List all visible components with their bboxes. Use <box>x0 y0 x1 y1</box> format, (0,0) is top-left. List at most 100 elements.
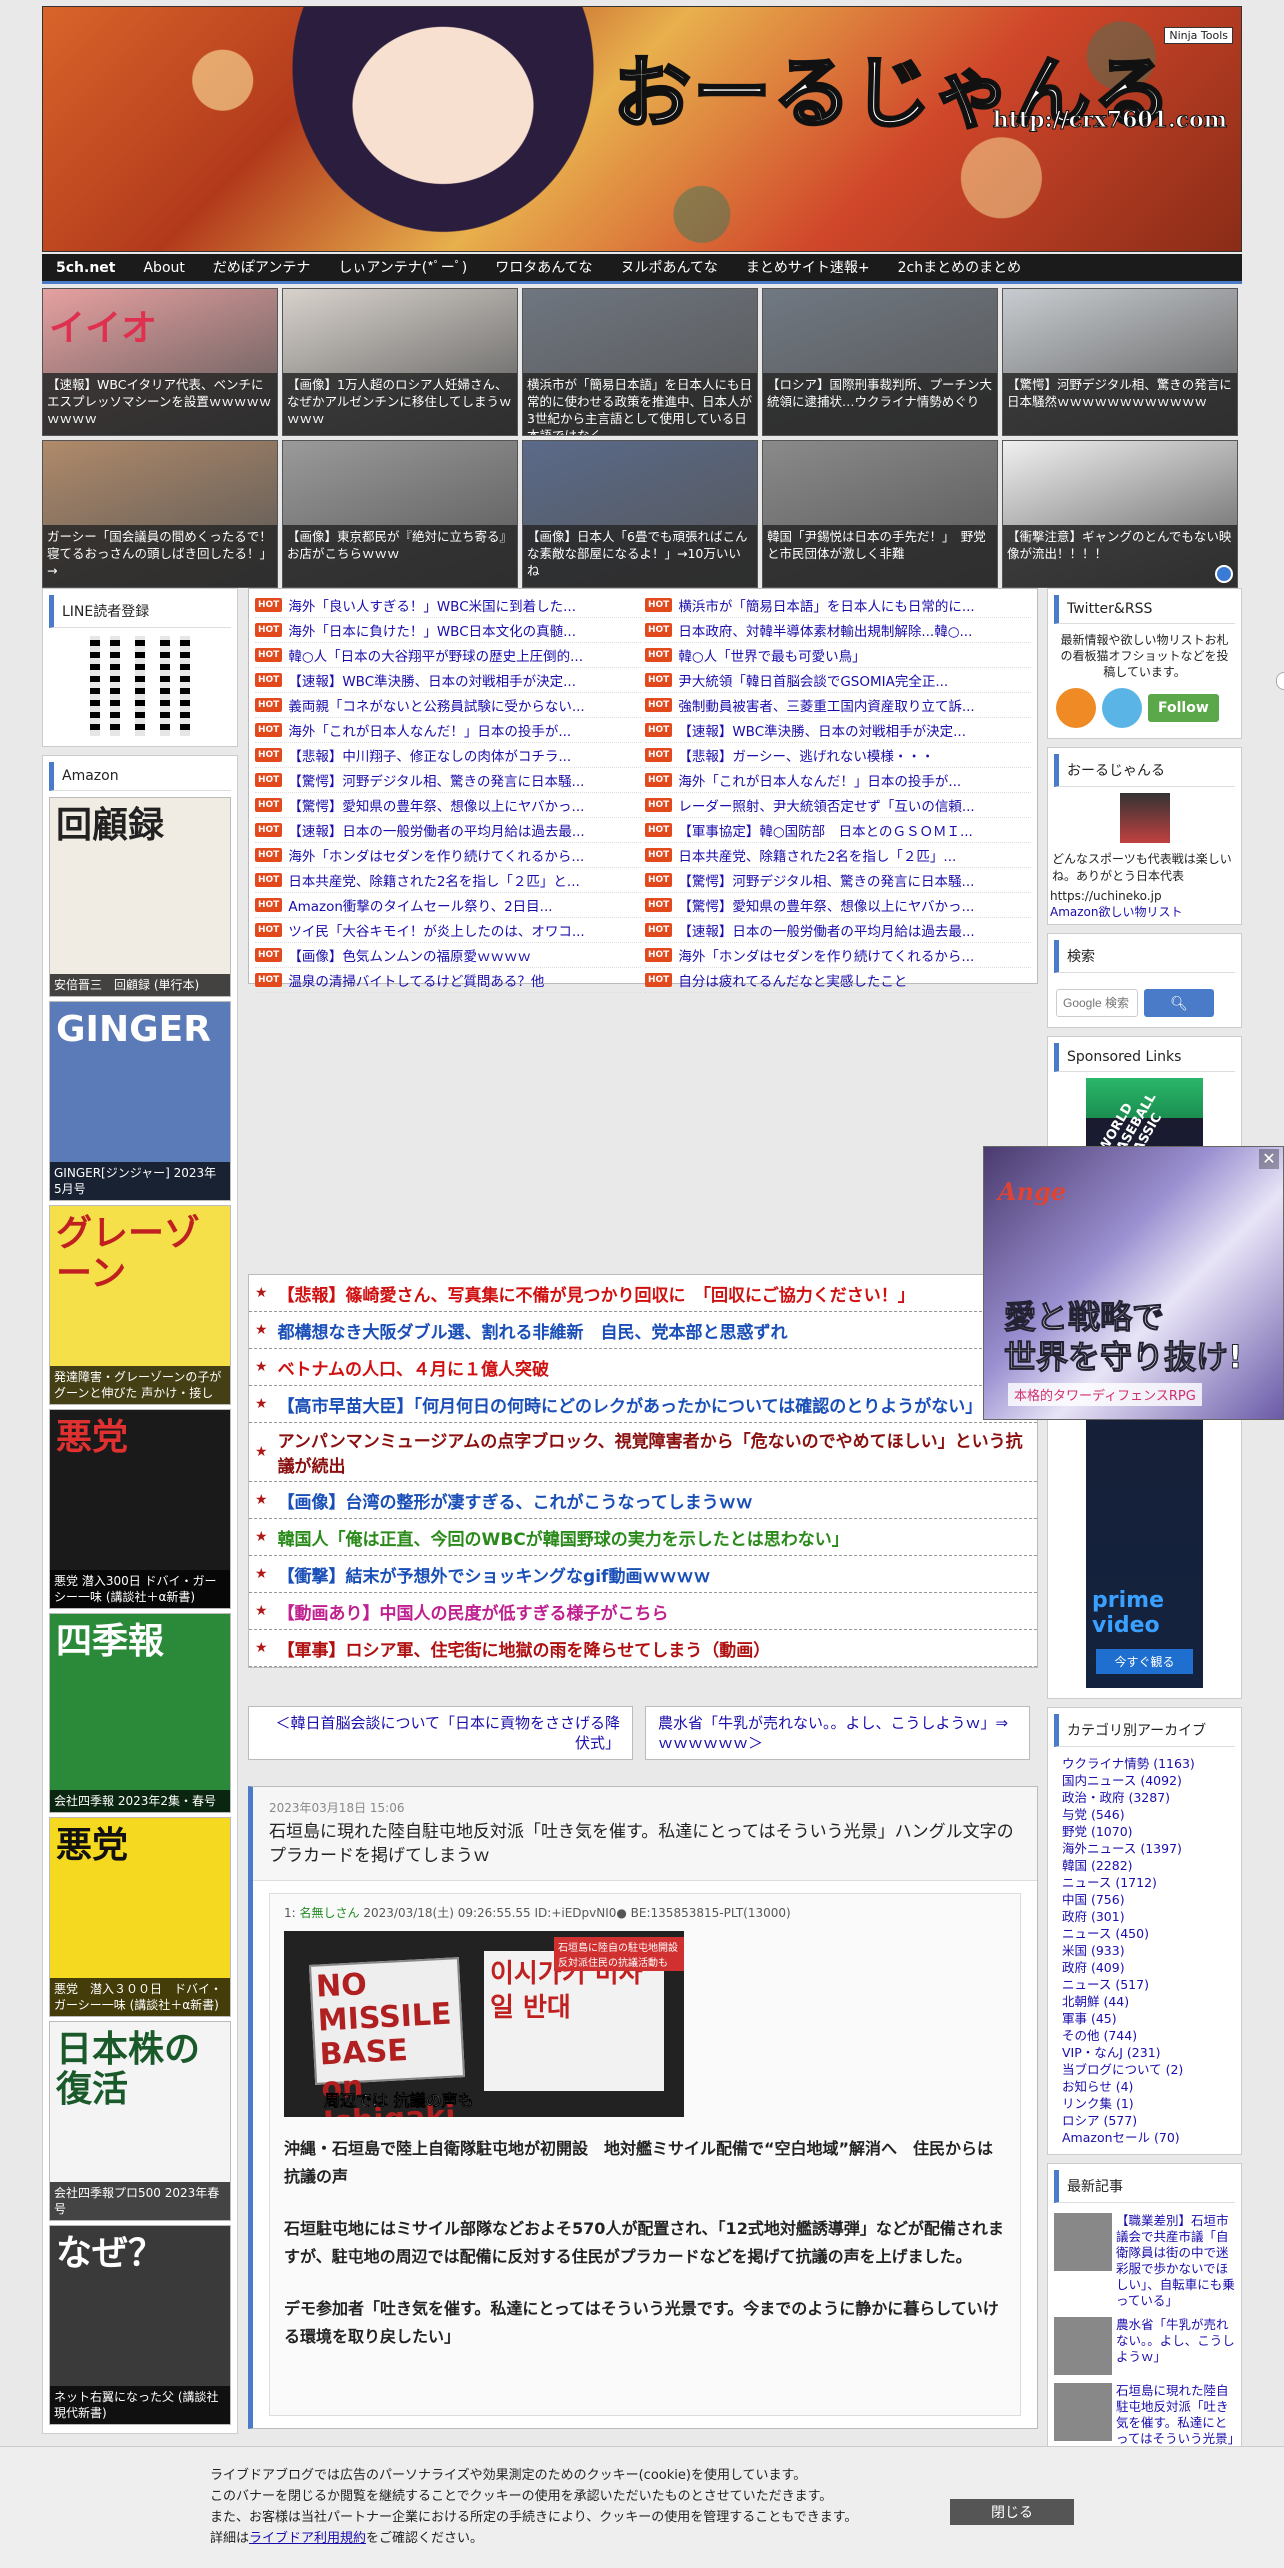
article-photo[interactable]: NO MISSILE BASE on Ishigaki 이시가키 미사일 반대 … <box>284 1931 684 2117</box>
link-list-text[interactable]: 【悲報】中川翔子、修正なしの肉体がコチラ... <box>288 745 571 765</box>
archive-link[interactable]: Amazonセール (70) <box>1062 2130 1180 2145</box>
rss-icon[interactable] <box>1215 565 1233 583</box>
nav-item[interactable]: だめぽアンテナ <box>199 253 324 283</box>
link-list-text[interactable]: 自分は疲れてるんだなと実感したこと <box>678 970 907 990</box>
headline-item[interactable]: ★ 【悲報】篠崎愛さん、写真集に不備が見つかり回収に 「回収にご協力ください！」 <box>249 1275 1037 1312</box>
archive-item[interactable]: 与党 (546) <box>1062 1806 1227 1823</box>
headline-link[interactable]: 【悲報】篠崎愛さん、写真集に不備が見つかり回収に 「回収にご協力ください！」 <box>278 1281 915 1306</box>
link-list-text[interactable]: 海外「良い人すぎる！」WBC米国に到着した... <box>288 595 576 615</box>
archive-link[interactable]: 政治・政府 (3287) <box>1062 1790 1170 1805</box>
amazon-book[interactable]: 回顧録 安倍晋三 回顧録 (単行本) <box>49 797 231 997</box>
headline-item[interactable]: ★ 【画像】台湾の整形が凄すぎる、これがこうなってしまうｗｗ <box>249 1482 1037 1519</box>
link-list-text[interactable]: ツイ民「大谷キモイ！が炎上したのは、オワコ... <box>288 920 584 940</box>
link-list-item[interactable]: HOT 【速報】日本の一般労働者の平均月給は過去最... <box>645 918 1031 943</box>
nav-item[interactable]: About <box>129 253 198 283</box>
archive-link[interactable]: 韓国 (2282) <box>1062 1858 1133 1873</box>
link-list-text[interactable]: 海外「日本に負けた！」WBC日本文化の真髄... <box>288 620 576 640</box>
archive-item[interactable]: 政府 (301) <box>1062 1908 1227 1925</box>
amazon-book[interactable]: なぜ？ ネット右翼になった父 (講談社現代新書) <box>49 2225 231 2425</box>
link-list-text[interactable]: 【速報】日本の一般労働者の平均月給は過去最... <box>288 820 584 840</box>
link-list-item[interactable]: HOT Amazon衝撃のタイムセール祭り、2日目... <box>255 893 641 918</box>
thumbnail-card[interactable]: 横浜市が「簡易日本語」を日本人にも日常的に使わせる政策を推進中、日本人が3世紀か… <box>522 288 758 436</box>
site-banner[interactable]: おーるじゃんる http://crx7601.com Ninja Tools <box>42 6 1242 252</box>
sponsor-watch-button[interactable]: 今すぐ観る <box>1096 1649 1193 1674</box>
recent-item[interactable]: 【職業差別】石垣市議会で共産市議「自衛隊員は街の中で迷彩服で歩かないでほしい」、… <box>1048 2209 1241 2313</box>
archive-item[interactable]: 軍事 (45) <box>1062 2010 1227 2027</box>
link-list-item[interactable]: HOT 日本共産党、除籍された2名を指し「２匹」と... <box>255 868 641 893</box>
link-list-item[interactable]: HOT 海外「ホンダはセダンを作り続けてくれるから... <box>645 943 1031 968</box>
archive-item[interactable]: リンク集 (1) <box>1062 2095 1227 2112</box>
headline-item[interactable]: ★ アンパンマンミュージアムの点字ブロック、視覚障害者から「危ないのでやめてほしい… <box>249 1423 1037 1482</box>
archive-link[interactable]: ウクライナ情勢 (1163) <box>1062 1756 1195 1771</box>
link-list-item[interactable]: HOT 強制動員被害者、三菱重工国内資産取り立て訴... <box>645 693 1031 718</box>
link-list-text[interactable]: レーダー照射、尹大統領否定せず「互いの信頼... <box>678 795 974 815</box>
link-list-text[interactable]: 温泉の清掃バイトしてるけど質問ある？他 <box>288 970 544 990</box>
link-list-item[interactable]: HOT 【悲報】中川翔子、修正なしの肉体がコチラ... <box>255 743 641 768</box>
link-list-text[interactable]: 強制動員被害者、三菱重工国内資産取り立て訴... <box>678 695 974 715</box>
link-list-text[interactable]: 【速報】日本の一般労働者の平均月給は過去最... <box>678 920 974 940</box>
link-list-text[interactable]: 韓○人「日本の大谷翔平が野球の歴史上圧倒的... <box>288 645 583 665</box>
headline-item[interactable]: ★ 【軍事】ロシア軍、住宅街に地獄の雨を降らせてしまう（動画） <box>249 1630 1037 1667</box>
archive-item[interactable]: その他 (744) <box>1062 2027 1227 2044</box>
close-icon[interactable]: ✕ <box>1259 1149 1279 1169</box>
headline-link[interactable]: 【高市早苗大臣】「何月何日の何時にどのレクがあったかについては確認のとりようがな… <box>278 1392 983 1417</box>
archive-link[interactable]: 海外ニュース (1397) <box>1062 1841 1182 1856</box>
archive-link[interactable]: ニュース (517) <box>1062 1977 1149 1992</box>
nav-item[interactable]: 5ch.net <box>42 253 129 283</box>
thumbnail-card[interactable]: 【画像】日本人「6畳でも頑張ればこんな素敵な部屋になるよ！」→10万いいね <box>522 440 758 588</box>
headline-item[interactable]: ★ 都構想なき大阪ダブル選、割れる非維新 自民、党本部と思惑ずれ <box>249 1312 1037 1349</box>
link-list-text[interactable]: Amazon衝撃のタイムセール祭り、2日目... <box>288 895 552 915</box>
link-list-text[interactable]: 【驚愕】河野デジタル相、驚きの発言に日本騒... <box>288 770 584 790</box>
link-list-item[interactable]: HOT 【驚愕】愛知県の豊年祭、想像以上にヤバかっ... <box>255 793 641 818</box>
link-list-item[interactable]: HOT 韓○人「日本の大谷翔平が野球の歴史上圧倒的... <box>255 643 641 668</box>
headline-link[interactable]: 【軍事】ロシア軍、住宅街に地獄の雨を降らせてしまう（動画） <box>278 1636 771 1661</box>
thumbnail-card[interactable]: イイオ 【速報】WBCイタリア代表、ベンチにエスプレッソマシーンを設置ｗｗｗｗｗｗ… <box>42 288 278 436</box>
headline-link[interactable]: アンパンマンミュージアムの点字ブロック、視覚障害者から「危ないのでやめてほしい」… <box>278 1427 1031 1477</box>
link-list-text[interactable]: 海外「これが日本人なんだ！」日本の投手が... <box>678 770 961 790</box>
thumbnail-card[interactable]: 【画像】1万人超のロシア人妊婦さん、なぜかアルゼンチンに移住してしまうｗｗｗｗ <box>282 288 518 436</box>
link-list-text[interactable]: 韓○人「世界で最も可愛い鳥」 <box>678 645 865 665</box>
link-list-item[interactable]: HOT 海外「これが日本人なんだ！」日本の投手が... <box>645 768 1031 793</box>
link-list-text[interactable]: 海外「ホンダはセダンを作り続けてくれるから... <box>288 845 584 865</box>
thumbnail-card[interactable]: 【ロシア】国際刑事裁判所、プーチン大統領に逮捕状…ウクライナ情勢めぐり <box>762 288 998 436</box>
nav-item[interactable]: ヌルポあんてな <box>607 253 732 283</box>
link-list-item[interactable]: HOT 横浜市が「簡易日本語」を日本人にも日常的に... <box>645 593 1031 618</box>
archive-link[interactable]: 軍事 (45) <box>1062 2011 1117 2026</box>
archive-link[interactable]: 国内ニュース (4092) <box>1062 1773 1182 1788</box>
archive-link[interactable]: ニュース (450) <box>1062 1926 1149 1941</box>
recent-link[interactable]: 農水省「牛乳が売れない。。よし、こうしようｗ」 <box>1116 2317 1235 2375</box>
archive-item[interactable]: Amazonセール (70) <box>1062 2129 1227 2146</box>
link-list-item[interactable]: HOT 【驚愕】河野デジタル相、驚きの発言に日本騒... <box>255 768 641 793</box>
prev-article-link[interactable]: ＜韓日首脳会談について「日本に貢物をささげる降伏式」 <box>248 1706 633 1760</box>
archive-item[interactable]: 国内ニュース (4092) <box>1062 1772 1227 1789</box>
amazon-book[interactable]: 日本株の復活 会社四季報プロ500 2023年春号 <box>49 2021 231 2221</box>
headline-link[interactable]: 【動画あり】中国人の民度が低すぎる様子がこちら <box>278 1599 669 1624</box>
link-list-item[interactable]: HOT 海外「ホンダはセダンを作り続けてくれるから... <box>255 843 641 868</box>
amazon-book[interactable]: GINGER GINGER[ジンジャー] 2023年 5月号 <box>49 1001 231 1201</box>
headline-link[interactable]: 韓国人「俺は正直、今回のWBCが韓国野球の実力を示したとは思わない」 <box>278 1525 849 1550</box>
archive-link[interactable]: その他 (744) <box>1062 2028 1137 2043</box>
thumbnail-card[interactable]: ガーシー「国会議員の間めくったるで！寝てるおっさんの頭しばき回したる！」→ <box>42 440 278 588</box>
amazon-book[interactable]: 悪党 悪党 潜入300日 ドバイ・ガーシー一味 (講談社＋α新書) <box>49 1409 231 1609</box>
archive-link[interactable]: VIP・なんJ (231) <box>1062 2045 1161 2060</box>
link-list-text[interactable]: 海外「ホンダはセダンを作り続けてくれるから... <box>678 945 974 965</box>
link-list-text[interactable]: 義両親「コネがないと公務員試験に受からない... <box>288 695 584 715</box>
link-list-text[interactable]: 【驚愕】愛知県の豊年祭、想像以上にヤバかっ... <box>288 795 584 815</box>
next-article-link[interactable]: 農水省「牛乳が売れない。。よし、こうしようｗ」⇒ｗｗｗｗｗｗ＞ <box>645 1706 1030 1760</box>
headline-item[interactable]: ★ 韓国人「俺は正直、今回のWBCが韓国野球の実力を示したとは思わない」 <box>249 1519 1037 1556</box>
link-list-item[interactable]: HOT ツイ民「大谷キモイ！が炎上したのは、オワコ... <box>255 918 641 943</box>
archive-item[interactable]: ロシア (577) <box>1062 2112 1227 2129</box>
nav-item[interactable]: ワロタあんてな <box>481 253 606 283</box>
thumbnail-card[interactable]: 【衝撃注意】ギャングのとんでもない映像が流出！！！！ <box>1002 440 1238 588</box>
follow-button[interactable]: Follow <box>1148 694 1219 722</box>
recent-link[interactable]: 【職業差別】石垣市議会で共産市議「自衛隊員は街の中で迷彩服で歩かないでほしい」、… <box>1116 2213 1235 2309</box>
headline-item[interactable]: ★ 【衝撃】結末が予想外でショッキングなgif動画ｗｗｗｗ <box>249 1556 1037 1593</box>
link-list-text[interactable]: 日本政府、対韓半導体素材輸出規制解除...韓○... <box>678 620 972 640</box>
amazon-book[interactable]: 悪党 悪党 潜入３００日 ドバイ・ガーシー一味 (講談社＋α新書) <box>49 1817 231 2017</box>
link-list-item[interactable]: HOT 海外「日本に負けた！」WBC日本文化の真髄... <box>255 618 641 643</box>
archive-link[interactable]: お知らせ (4) <box>1062 2079 1133 2094</box>
archive-item[interactable]: 政治・政府 (3287) <box>1062 1789 1227 1806</box>
link-list-item[interactable]: HOT 【驚愕】河野デジタル相、驚きの発言に日本騒... <box>645 868 1031 893</box>
line-qr-code[interactable] <box>90 636 190 736</box>
archive-item[interactable]: 韓国 (2282) <box>1062 1857 1227 1874</box>
